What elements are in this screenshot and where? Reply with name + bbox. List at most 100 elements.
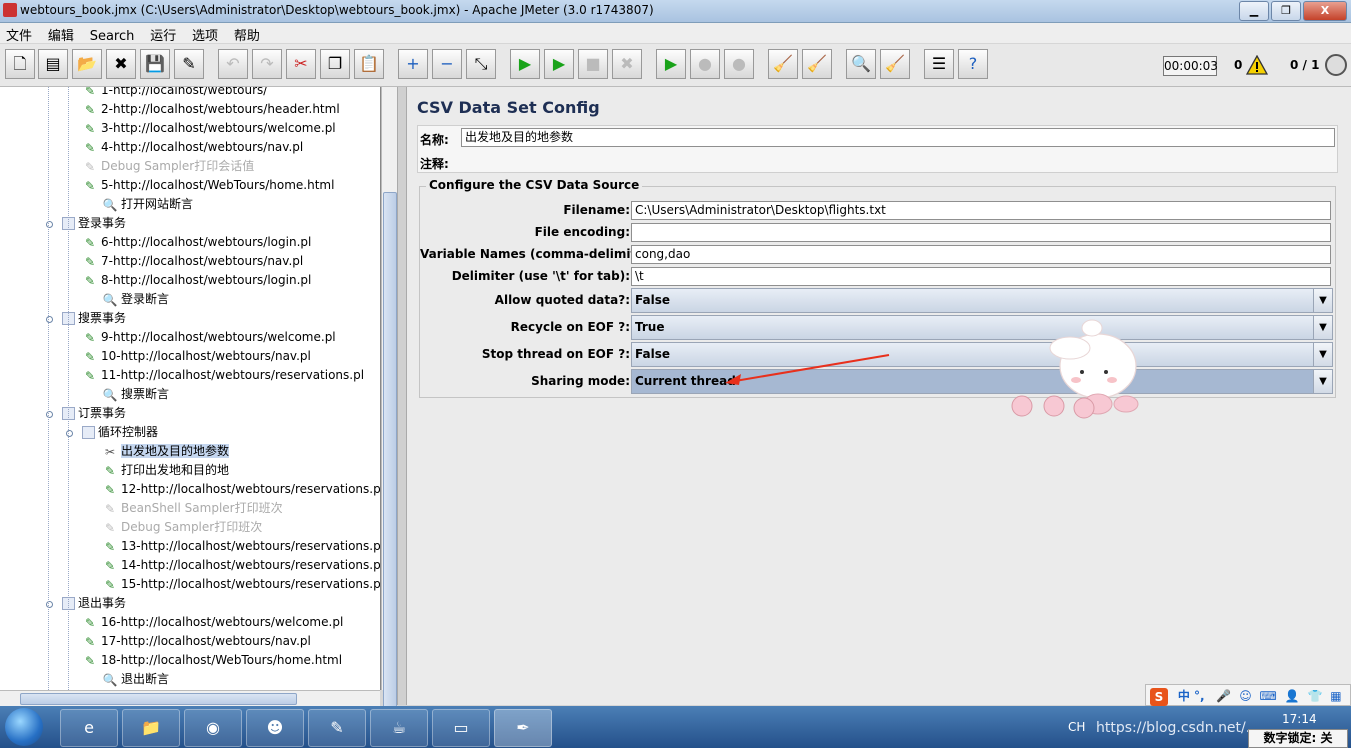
tree-node[interactable]: ✎ 3-http://localhost/webtours/welcome.pl: [82, 119, 336, 138]
chevron-down-icon[interactable]: ▼: [1313, 370, 1332, 393]
menu-help[interactable]: 帮助: [228, 23, 266, 46]
tree-node[interactable]: ✎ 10-http://localhost/webtours/nav.pl: [82, 347, 311, 366]
menu-edit[interactable]: 编辑: [42, 23, 80, 46]
ie-icon[interactable]: e: [60, 709, 118, 747]
tree-node[interactable]: 🔍 搜票断言: [102, 385, 170, 404]
function-helper-icon[interactable]: ☰: [924, 49, 954, 79]
shirt-icon[interactable]: 👕: [1307, 689, 1322, 703]
paste-icon[interactable]: 📋: [354, 49, 384, 79]
window-titlebar[interactable]: webtours_book.jmx (C:\Users\Administrato…: [0, 0, 1351, 23]
comment-field[interactable]: [461, 151, 1335, 170]
restore-button[interactable]: ❐: [1271, 1, 1301, 21]
tree-node[interactable]: ✎ Debug Sampler打印会话值: [82, 157, 254, 176]
copy-icon[interactable]: ❐: [320, 49, 350, 79]
jmeter-icon[interactable]: ✒: [494, 709, 552, 747]
tree-node[interactable]: 🔍 退出断言: [102, 670, 170, 689]
tree-horizontal-scroll-thumb[interactable]: [20, 693, 297, 705]
tree-node[interactable]: 🔍 打开网站断言: [102, 195, 194, 214]
field-input[interactable]: [631, 223, 1331, 242]
reset-search-icon[interactable]: 🧹: [880, 49, 910, 79]
combo-select[interactable]: False ▼: [631, 288, 1333, 313]
help-icon[interactable]: ?: [958, 49, 988, 79]
undo-icon[interactable]: ↶: [218, 49, 248, 79]
redo-icon[interactable]: ↷: [252, 49, 282, 79]
tree-node[interactable]: ✎ 9-http://localhost/webtours/welcome.pl: [82, 328, 336, 347]
field-input[interactable]: C:\Users\Administrator\Desktop\flights.t…: [631, 201, 1331, 220]
chevron-down-icon[interactable]: ▼: [1313, 316, 1332, 339]
tree-node[interactable]: ✎ 1-http://localhost/webtours/: [82, 87, 267, 100]
open-icon[interactable]: 📂: [72, 49, 102, 79]
tray-language[interactable]: CH: [1068, 720, 1085, 734]
tree-node[interactable]: ✎ 6-http://localhost/webtours/login.pl: [82, 233, 311, 252]
templates-icon[interactable]: ▤: [38, 49, 68, 79]
menu-options[interactable]: 选项: [186, 23, 224, 46]
tree-node[interactable]: 订票事务: [62, 404, 126, 423]
tree-node[interactable]: ✎ 11-http://localhost/webtours/reservatio…: [82, 366, 364, 385]
tree-node[interactable]: ✎ 4-http://localhost/webtours/nav.pl: [82, 138, 303, 157]
tree-node[interactable]: 🔍 登录断言: [102, 290, 170, 309]
expand-icon[interactable]: +: [398, 49, 428, 79]
clear-icon[interactable]: 🧹: [768, 49, 798, 79]
tree-vertical-scroll-thumb[interactable]: [383, 192, 397, 734]
tree-node[interactable]: ✂ 出发地及目的地参数: [102, 442, 230, 461]
remote-start-icon[interactable]: ▶: [656, 49, 686, 79]
clear-all-icon[interactable]: 🧹: [802, 49, 832, 79]
tree-node[interactable]: ✎ 2-http://localhost/webtours/header.html: [82, 100, 340, 119]
ime-mode-indicator[interactable]: 中 °,: [1178, 689, 1205, 703]
combo-select[interactable]: True ▼: [631, 315, 1333, 340]
name-field[interactable]: 出发地及目的地参数: [461, 128, 1335, 147]
save-as-icon[interactable]: ✎: [174, 49, 204, 79]
tree-node[interactable]: 登录事务: [62, 214, 126, 233]
start-icon[interactable]: ▶: [510, 49, 540, 79]
tree-node[interactable]: ✎ 14-http://localhost/webtours/reservatio…: [102, 556, 380, 575]
chevron-down-icon[interactable]: ▼: [1313, 343, 1332, 366]
tree-node[interactable]: ✎ BeanShell Sampler打印班次: [102, 499, 283, 518]
tree-node[interactable]: ✎ 12-http://localhost/webtours/reservatio…: [102, 480, 380, 499]
menu-file[interactable]: 文件: [0, 23, 38, 46]
search-icon[interactable]: 🔍: [846, 49, 876, 79]
tree-horizontal-scrollbar[interactable]: [0, 690, 380, 706]
emoji-icon[interactable]: ☺: [1239, 689, 1252, 703]
keyboard-icon[interactable]: ⌨: [1260, 689, 1277, 703]
remote-status-icon[interactable]: [1325, 54, 1347, 76]
tree-node[interactable]: ✎ 15-http://localhost/webtours/reservatio…: [102, 575, 380, 594]
tree-node[interactable]: 搜票事务: [62, 309, 126, 328]
grid-icon[interactable]: ▦: [1330, 689, 1341, 703]
app-face-icon[interactable]: ☻: [246, 709, 304, 747]
start-button[interactable]: [5, 708, 43, 746]
ime-toolbar[interactable]: S 中 °, 🎤 ☺ ⌨ 👤 👕 ▦: [1145, 684, 1351, 706]
tree-node[interactable]: 循环控制器: [82, 423, 158, 442]
mic-icon[interactable]: 🎤: [1216, 689, 1231, 703]
toggle-icon[interactable]: ⤡: [466, 49, 496, 79]
chevron-down-icon[interactable]: ▼: [1313, 289, 1332, 312]
menu-run[interactable]: 运行: [144, 23, 182, 46]
minimize-button[interactable]: ▁: [1239, 1, 1269, 21]
pane-splitter[interactable]: [397, 87, 407, 705]
warning-icon[interactable]: [1246, 55, 1268, 75]
remote-shutdown-icon[interactable]: ●: [724, 49, 754, 79]
tree-node[interactable]: ✎ Debug Sampler打印班次: [102, 518, 262, 537]
tree-node[interactable]: ✎ 16-http://localhost/webtours/welcome.pl: [82, 613, 343, 632]
chrome-icon[interactable]: ◉: [184, 709, 242, 747]
field-input[interactable]: cong,dao: [631, 245, 1331, 264]
tree-node[interactable]: ✎ 8-http://localhost/webtours/login.pl: [82, 271, 311, 290]
tree-node[interactable]: ✎ 5-http://localhost/WebTours/home.html: [82, 176, 334, 195]
close-button[interactable]: X: [1303, 1, 1347, 21]
notepad-icon[interactable]: ✎: [308, 709, 366, 747]
stop-icon[interactable]: ■: [578, 49, 608, 79]
cmd-icon[interactable]: ▭: [432, 709, 490, 747]
cut-icon[interactable]: ✂: [286, 49, 316, 79]
user-icon[interactable]: 👤: [1285, 689, 1300, 703]
start-no-pause-icon[interactable]: ▶: [544, 49, 574, 79]
collapse-icon[interactable]: −: [432, 49, 462, 79]
tree-vertical-scrollbar[interactable]: [381, 87, 397, 734]
sogou-icon[interactable]: S: [1150, 687, 1168, 706]
shutdown-icon[interactable]: ✖: [612, 49, 642, 79]
tree-node[interactable]: ✎ 17-http://localhost/webtours/nav.pl: [82, 632, 311, 651]
tree-node[interactable]: ✎ 打印出发地和目的地: [102, 461, 229, 480]
field-input[interactable]: \t: [631, 267, 1331, 286]
java-ee-ide-icon[interactable]: ☕: [370, 709, 428, 747]
close-file-icon[interactable]: ✖: [106, 49, 136, 79]
test-plan-tree[interactable]: ✎ 1-http://localhost/webtours/ ✎ 2-http://l…: [0, 87, 381, 690]
tray-clock[interactable]: 17:14: [1282, 712, 1317, 726]
